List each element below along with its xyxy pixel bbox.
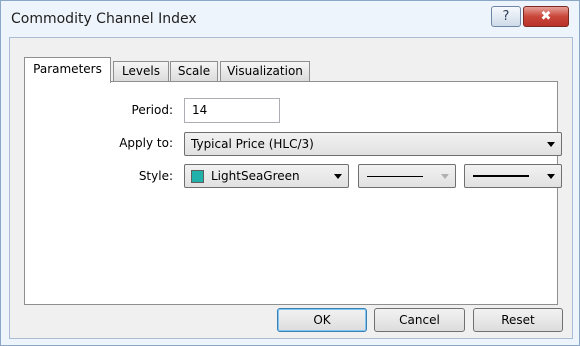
- apply-to-select[interactable]: Typical Price (HLC/3): [184, 132, 562, 156]
- close-icon: ✖: [540, 9, 552, 24]
- chevron-down-icon: [334, 174, 342, 179]
- thick-line-icon: [473, 175, 529, 177]
- chevron-down-icon: [547, 174, 555, 179]
- period-input[interactable]: 14: [184, 98, 280, 123]
- reset-button[interactable]: Reset: [473, 308, 563, 332]
- chevron-down-icon: [547, 142, 555, 147]
- tab-scale[interactable]: Scale: [170, 61, 218, 81]
- apply-to-label: Apply to:: [119, 136, 173, 150]
- tab-parameters[interactable]: Parameters: [24, 57, 111, 83]
- color-select[interactable]: LightSeaGreen: [184, 164, 349, 188]
- style-label: Style:: [138, 169, 173, 183]
- window-title: Commodity Channel Index: [11, 11, 197, 27]
- cancel-button[interactable]: Cancel: [374, 308, 465, 332]
- help-icon: ?: [502, 9, 510, 24]
- chevron-down-icon: [441, 174, 449, 179]
- parameters-panel: Period: 14 Apply to: Typical Price (HLC/…: [24, 81, 562, 305]
- dialog-client-area: Parameters Levels Scale Visualization Pe…: [9, 37, 573, 339]
- dialog-window: Commodity Channel Index ? ✖ Parameters L…: [0, 0, 580, 346]
- tab-visualization[interactable]: Visualization: [220, 61, 310, 81]
- apply-to-value: Typical Price (HLC/3): [191, 137, 314, 151]
- color-swatch: [191, 170, 204, 183]
- solid-line-icon: [367, 176, 423, 177]
- period-label: Period:: [131, 103, 173, 117]
- line-style-select[interactable]: [358, 164, 456, 188]
- help-button[interactable]: ?: [491, 6, 521, 27]
- line-width-select[interactable]: [464, 164, 562, 188]
- close-button[interactable]: ✖: [523, 6, 569, 27]
- ok-button[interactable]: OK: [277, 308, 367, 332]
- color-name: LightSeaGreen: [211, 169, 300, 183]
- tab-levels[interactable]: Levels: [113, 61, 169, 81]
